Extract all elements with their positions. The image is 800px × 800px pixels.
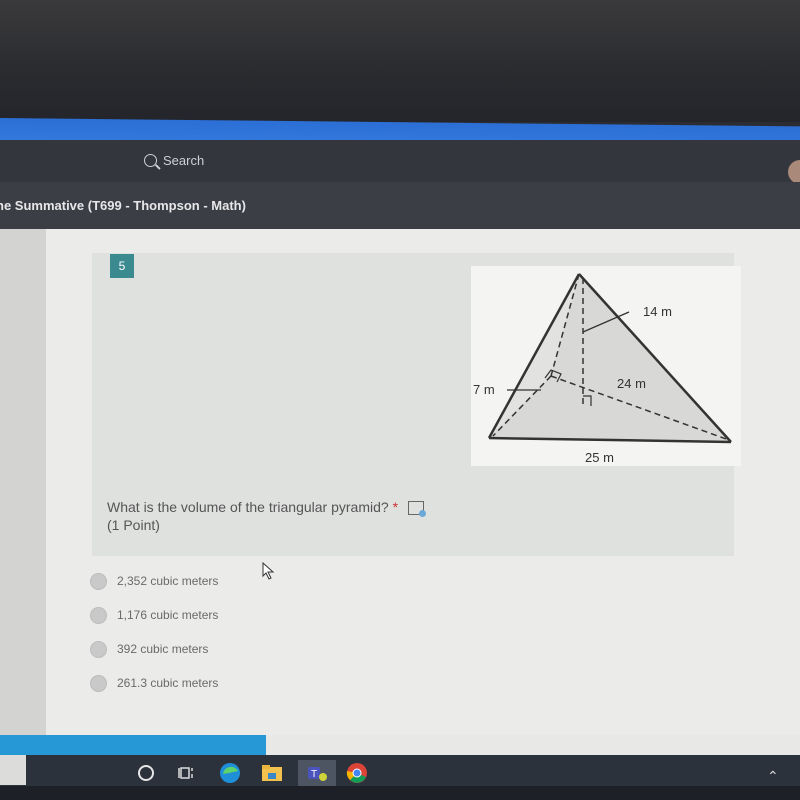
- pyramid-figure: 14 m 24 m 7 m 25 m: [471, 266, 741, 466]
- radio-button[interactable]: [90, 572, 107, 590]
- label-base: 25 m: [585, 450, 614, 465]
- search-box[interactable]: Search: [138, 146, 344, 174]
- chrome-icon: [346, 763, 367, 783]
- required-marker: *: [392, 499, 399, 515]
- answer-option[interactable]: 392 cubic meters: [90, 632, 218, 666]
- answer-option-label: 1,176 cubic meters: [117, 608, 219, 622]
- mouse-cursor-icon: [262, 561, 276, 585]
- cortana-search-button[interactable]: [133, 760, 159, 786]
- search-icon: [144, 153, 157, 167]
- label-side: 7 m: [473, 382, 495, 397]
- teams-icon: T: [308, 767, 327, 781]
- question-number-badge: 5: [110, 254, 134, 278]
- left-gutter: [0, 229, 46, 741]
- edge-icon: [220, 763, 240, 783]
- pyramid-face: [489, 274, 731, 442]
- label-base-height: 24 m: [617, 376, 646, 391]
- answer-option[interactable]: 1,176 cubic meters: [90, 598, 218, 632]
- label-slant: 14 m: [643, 304, 672, 319]
- file-explorer-button[interactable]: [259, 760, 285, 786]
- task-view-button[interactable]: [173, 760, 199, 786]
- edge-button[interactable]: [217, 760, 243, 786]
- screen-bottom-bezel: [0, 786, 800, 800]
- chrome-button[interactable]: [342, 760, 372, 788]
- question-prompt: What is the volume of the triangular pyr…: [107, 498, 426, 534]
- folder-icon: [262, 765, 282, 781]
- search-placeholder: Search: [163, 152, 205, 168]
- task-view-icon: [178, 767, 193, 779]
- screen-bezel: [0, 0, 800, 122]
- show-hidden-icons-chevron-icon[interactable]: ⌃: [767, 768, 779, 785]
- teams-button[interactable]: T: [298, 760, 336, 788]
- answer-option-label: 392 cubic meters: [117, 642, 209, 656]
- answer-option-label: 261.3 cubic meters: [117, 676, 219, 690]
- radio-button[interactable]: [90, 606, 107, 624]
- form-title: ne Summative (T699 - Thompson - Math): [0, 198, 246, 213]
- answer-option[interactable]: 261.3 cubic meters: [90, 666, 218, 700]
- taskbar-edge: [0, 755, 26, 785]
- page-footer: [266, 735, 800, 757]
- cortana-icon: [138, 765, 154, 781]
- progress-footer-bar: [0, 735, 266, 757]
- svg-text:T: T: [311, 769, 317, 780]
- answer-option-label: 2,352 cubic meters: [117, 574, 219, 588]
- answer-option[interactable]: 2,352 cubic meters: [90, 564, 218, 598]
- pyramid-diagram: 14 m 24 m 7 m 25 m: [473, 273, 732, 465]
- radio-button[interactable]: [90, 640, 107, 658]
- browser-titlebar: [0, 140, 800, 182]
- immersive-reader-icon[interactable]: [407, 501, 426, 518]
- answer-options: 2,352 cubic meters 1,176 cubic meters 39…: [90, 564, 218, 700]
- radio-button[interactable]: [90, 674, 107, 692]
- question-points: (1 Point): [107, 517, 160, 533]
- question-text: What is the volume of the triangular pyr…: [107, 499, 389, 515]
